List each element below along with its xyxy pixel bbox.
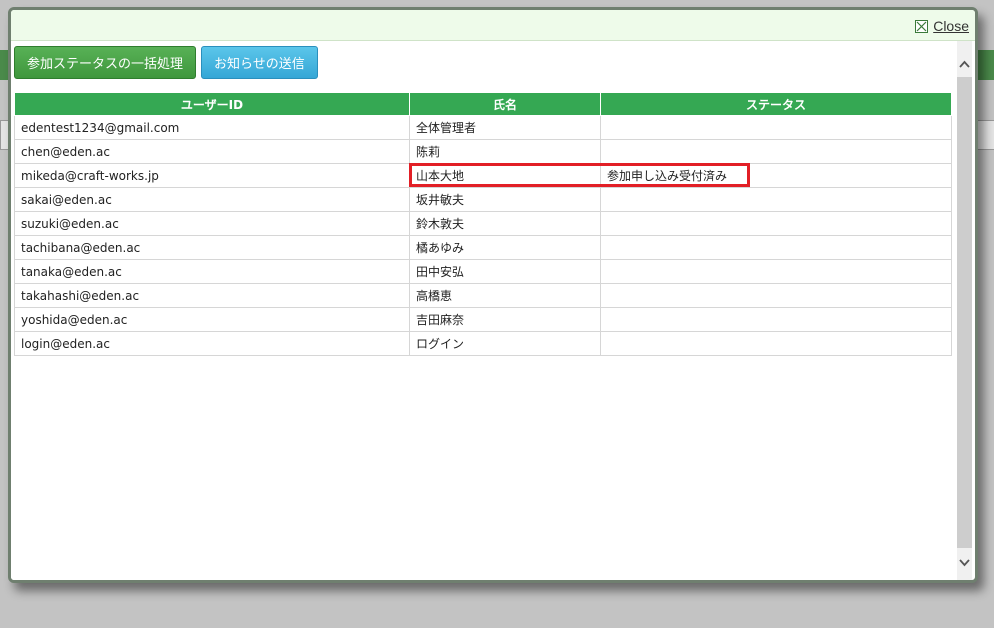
table-row[interactable]: chen@eden.ac 陈莉: [14, 139, 952, 164]
cell-name: 田中安弘: [409, 259, 601, 284]
chevron-up-icon: [959, 60, 970, 68]
header-user-id[interactable]: ユーザーID: [14, 92, 410, 116]
cell-status: [600, 307, 952, 332]
scroll-down-button[interactable]: [957, 554, 972, 572]
close-link[interactable]: Close: [933, 18, 969, 34]
cell-user-id: yoshida@eden.ac: [14, 307, 410, 332]
scroll-up-button[interactable]: [957, 55, 972, 73]
background-field: [976, 120, 994, 150]
cell-user-id: tanaka@eden.ac: [14, 259, 410, 284]
cell-user-id: mikeda@craft-works.jp: [14, 163, 410, 188]
cell-status: [600, 235, 952, 260]
table-row[interactable]: mikeda@craft-works.jp 山本大地 参加申し込み受付済み: [14, 163, 952, 188]
cell-name: 山本大地: [409, 163, 601, 188]
cell-user-id: edentest1234@gmail.com: [14, 115, 410, 140]
dialog-header: Close: [11, 10, 975, 41]
close-icon[interactable]: [915, 19, 929, 33]
chevron-down-icon: [959, 559, 970, 567]
cell-status: [600, 115, 952, 140]
table-row[interactable]: suzuki@eden.ac 鈴木敦夫: [14, 211, 952, 236]
cell-name: 全体管理者: [409, 115, 601, 140]
toolbar: 参加ステータスの一括処理 お知らせの送信: [14, 46, 318, 79]
table-row[interactable]: sakai@eden.ac 坂井敏夫: [14, 187, 952, 212]
cell-name: 鈴木敦夫: [409, 211, 601, 236]
cell-user-id: tachibana@eden.ac: [14, 235, 410, 260]
table-row[interactable]: login@eden.ac ログイン: [14, 331, 952, 356]
cell-user-id: takahashi@eden.ac: [14, 283, 410, 308]
cell-user-id: sakai@eden.ac: [14, 187, 410, 212]
cell-name: 坂井敏夫: [409, 187, 601, 212]
table-row[interactable]: yoshida@eden.ac 吉田麻奈: [14, 307, 952, 332]
cell-name: ログイン: [409, 331, 601, 356]
table-row[interactable]: edentest1234@gmail.com 全体管理者: [14, 115, 952, 140]
cell-user-id: suzuki@eden.ac: [14, 211, 410, 236]
cell-name: 吉田麻奈: [409, 307, 601, 332]
bulk-status-button[interactable]: 参加ステータスの一括処理: [14, 46, 197, 79]
send-notice-button[interactable]: お知らせの送信: [201, 46, 318, 79]
cell-user-id: login@eden.ac: [14, 331, 410, 356]
dialog-content: 参加ステータスの一括処理 お知らせの送信 ユーザーID 氏名 ステータス ede…: [11, 41, 957, 580]
header-status[interactable]: ステータス: [600, 92, 952, 116]
cell-name: 橘あゆみ: [409, 235, 601, 260]
cell-status: [600, 259, 952, 284]
cell-status: [600, 211, 952, 236]
cell-status: [600, 187, 952, 212]
table-row[interactable]: tachibana@eden.ac 橘あゆみ: [14, 235, 952, 260]
cell-status: 参加申し込み受付済み: [600, 163, 952, 188]
cell-name: 高橋恵: [409, 283, 601, 308]
cell-user-id: chen@eden.ac: [14, 139, 410, 164]
vertical-scrollbar[interactable]: [957, 41, 972, 580]
table-row[interactable]: tanaka@eden.ac 田中安弘: [14, 259, 952, 284]
table-header-row: ユーザーID 氏名 ステータス: [14, 92, 952, 116]
scrollbar-thumb[interactable]: [957, 77, 972, 548]
cell-status: [600, 283, 952, 308]
close-button[interactable]: Close: [915, 17, 969, 35]
cell-name: 陈莉: [409, 139, 601, 164]
cell-status: [600, 139, 952, 164]
header-name[interactable]: 氏名: [409, 92, 601, 116]
cell-status: [600, 331, 952, 356]
user-table: ユーザーID 氏名 ステータス edentest1234@gmail.com 全…: [14, 92, 952, 356]
table-row[interactable]: takahashi@eden.ac 高橋恵: [14, 283, 952, 308]
user-list-dialog: Close 参加ステータスの一括処理 お知らせの送信 ユーザーID 氏名 ステー…: [8, 7, 978, 583]
